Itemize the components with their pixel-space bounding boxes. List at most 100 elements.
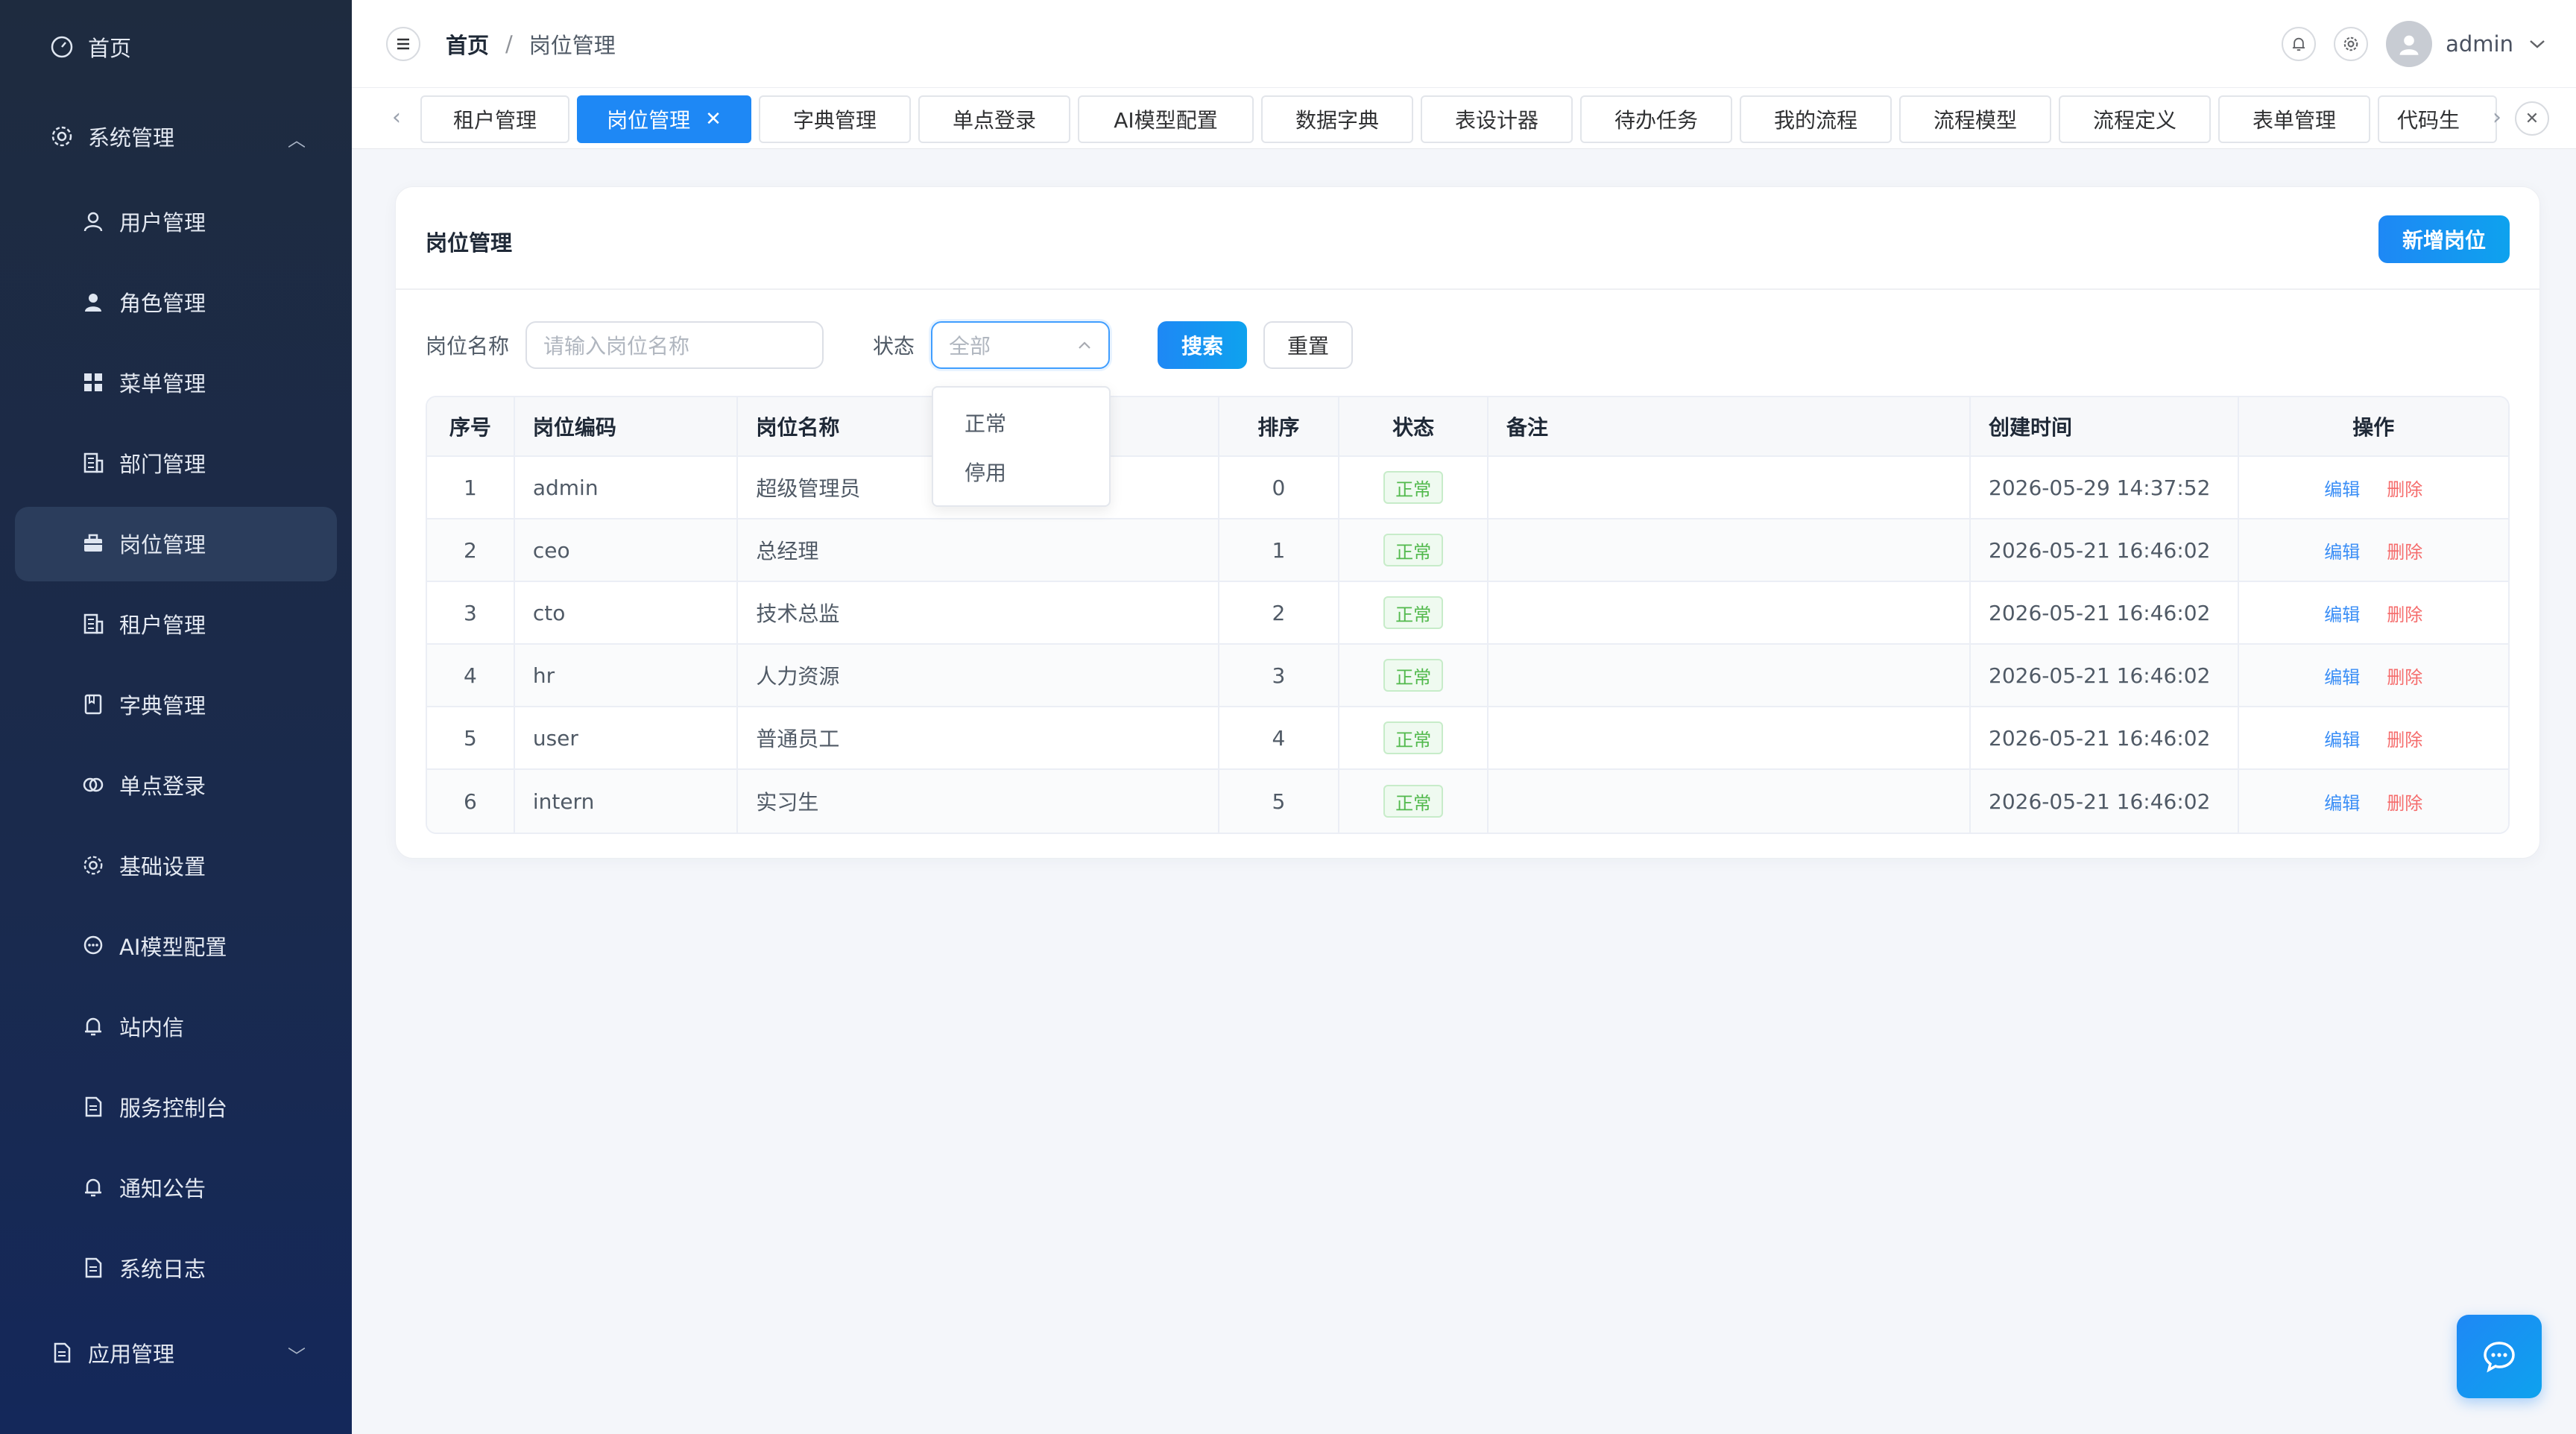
tab-todo-tasks[interactable]: 待办任务	[1580, 95, 1732, 143]
row-index: 1	[427, 457, 515, 518]
sidebar-item-basic-settings[interactable]: 基础设置	[80, 839, 206, 891]
sidebar-item-label: 系统管理	[88, 125, 175, 151]
delete-button[interactable]: 删除	[2387, 600, 2422, 626]
status-badge: 正常	[1383, 596, 1444, 629]
remark	[1489, 519, 1972, 581]
top-header: 首页 / 岗位管理 admin	[352, 0, 2576, 88]
building-icon	[80, 611, 106, 637]
username[interactable]: admin	[2446, 31, 2513, 57]
sidebar-item-messages[interactable]: 站内信	[80, 1000, 184, 1052]
header-actions: admin	[2282, 21, 2546, 67]
column-header: 备注	[1489, 397, 1972, 455]
close-icon[interactable]: ✕	[705, 108, 722, 130]
column-header: 排序	[1219, 397, 1340, 455]
sidebar-item-label: 通知公告	[119, 1176, 206, 1201]
column-header: 序号	[427, 397, 515, 455]
link-icon	[80, 772, 106, 797]
status-option-normal[interactable]: 正常	[933, 398, 1109, 447]
tab-form-management[interactable]: 表单管理	[2218, 95, 2370, 143]
card-title: 岗位管理	[426, 230, 513, 256]
sidebar-item-positions[interactable]: 岗位管理	[80, 517, 206, 569]
position-code: intern	[515, 770, 739, 833]
edit-button[interactable]: 编辑	[2324, 537, 2360, 563]
sidebar-item-users[interactable]: 用户管理	[80, 195, 206, 247]
sidebar-item-label: 站内信	[119, 1015, 185, 1040]
avatar[interactable]	[2386, 21, 2433, 67]
position-name: 总经理	[738, 519, 1219, 581]
sidebar-item-app-management[interactable]: 应用管理	[49, 1327, 174, 1379]
delete-button[interactable]: 删除	[2387, 663, 2422, 689]
tab-scroll-left-icon[interactable]: ‹	[392, 104, 401, 130]
tab-dictionary[interactable]: 字典管理	[759, 95, 911, 143]
position-name: 技术总监	[738, 582, 1219, 643]
status-badge: 正常	[1383, 659, 1444, 692]
card-header: 岗位管理 新增岗位	[396, 187, 2539, 290]
tab-table-designer[interactable]: 表设计器	[1421, 95, 1573, 143]
tab-tenants[interactable]: 租户管理	[420, 95, 569, 143]
edit-button[interactable]: 编辑	[2324, 725, 2360, 751]
tab-process-model[interactable]: 流程模型	[1899, 95, 2051, 143]
sidebar-item-sso[interactable]: 单点登录	[80, 759, 206, 811]
sidebar-item-service-console[interactable]: 服务控制台	[80, 1081, 227, 1133]
breadcrumb-home[interactable]: 首页	[446, 28, 489, 60]
delete-button[interactable]: 删除	[2387, 789, 2422, 815]
sidebar-item-label: 角色管理	[119, 291, 206, 316]
close-all-tabs-button[interactable]: ✕	[2515, 101, 2549, 136]
sidebar-item-system-logs[interactable]: 系统日志	[80, 1242, 206, 1294]
chat-icon	[2484, 1342, 2515, 1373]
chat-assistant-button[interactable]	[2457, 1315, 2542, 1398]
dashboard-icon	[49, 34, 75, 60]
sidebar-item-roles[interactable]: 角色管理	[80, 276, 206, 328]
status-badge: 正常	[1383, 785, 1444, 818]
sidebar-item-label: 部门管理	[119, 452, 206, 477]
menu-toggle-button[interactable]	[386, 27, 420, 61]
notification-button[interactable]	[2282, 27, 2317, 61]
edit-button[interactable]: 编辑	[2324, 789, 2360, 815]
tab-scroll-right-icon[interactable]: ›	[2493, 104, 2501, 130]
chevron-up-icon	[1079, 341, 1090, 349]
sidebar-item-tenants[interactable]: 租户管理	[80, 598, 206, 650]
close-icon: ✕	[2525, 109, 2539, 128]
delete-button[interactable]: 删除	[2387, 725, 2422, 751]
sidebar-item-system[interactable]: 系统管理	[49, 110, 174, 162]
tab-my-process[interactable]: 我的流程	[1740, 95, 1892, 143]
delete-button[interactable]: 删除	[2387, 475, 2422, 501]
chevron-up-icon[interactable]: ︿	[288, 125, 306, 151]
delete-button[interactable]: 删除	[2387, 537, 2422, 563]
status-select[interactable]: 全部	[931, 321, 1111, 369]
remark	[1489, 707, 1972, 768]
sidebar-item-home[interactable]: 首页	[49, 21, 131, 73]
tab-ai-model[interactable]: AI模型配置	[1078, 95, 1254, 143]
reset-button[interactable]: 重置	[1263, 321, 1354, 369]
sidebar-item-ai-model[interactable]: AI模型配置	[80, 920, 227, 972]
settings-button[interactable]	[2334, 27, 2369, 61]
tab-process-definition[interactable]: 流程定义	[2059, 95, 2211, 143]
row-index: 3	[427, 582, 515, 643]
chevron-down-icon[interactable]	[2528, 38, 2546, 50]
search-button[interactable]: 搜索	[1158, 321, 1248, 369]
tab-sso[interactable]: 单点登录	[918, 95, 1070, 143]
tab-positions[interactable]: 岗位管理 ✕	[577, 95, 751, 143]
chevron-down-icon[interactable]: ﹀	[288, 1342, 306, 1368]
edit-button[interactable]: 编辑	[2324, 600, 2360, 626]
edit-button[interactable]: 编辑	[2324, 663, 2360, 689]
sidebar-item-label: 租户管理	[119, 613, 206, 638]
sidebar-item-departments[interactable]: 部门管理	[80, 437, 206, 489]
status-option-disabled[interactable]: 停用	[933, 447, 1109, 496]
tab-code-gen[interactable]: 代码生	[2378, 95, 2497, 143]
sidebar-item-notices[interactable]: 通知公告	[80, 1161, 206, 1213]
sort-order: 2	[1219, 582, 1340, 643]
table-row: 6 intern 实习生 5 正常 2026-05-21 16:46:02 编辑…	[427, 770, 2508, 833]
tab-list: 租户管理 岗位管理 ✕ 字典管理 单点登录 AI模型配置 数据字典 表设计器 待办…	[420, 95, 2497, 143]
sidebar-item-label: 首页	[88, 36, 132, 61]
edit-button[interactable]: 编辑	[2324, 475, 2360, 501]
status-dropdown-menu: 正常 停用	[932, 386, 1111, 507]
building-icon	[80, 450, 106, 476]
add-position-button[interactable]: 新增岗位	[2378, 215, 2510, 263]
bell-icon	[80, 1175, 106, 1200]
position-name-input[interactable]: 请输入岗位名称	[525, 321, 824, 369]
sidebar-item-menus[interactable]: 菜单管理	[80, 356, 206, 408]
tab-data-dictionary[interactable]: 数据字典	[1261, 95, 1413, 143]
table-row: 4 hr 人力资源 3 正常 2026-05-21 16:46:02 编辑 删除	[427, 645, 2508, 707]
sidebar-item-dictionary[interactable]: 字典管理	[80, 678, 206, 730]
